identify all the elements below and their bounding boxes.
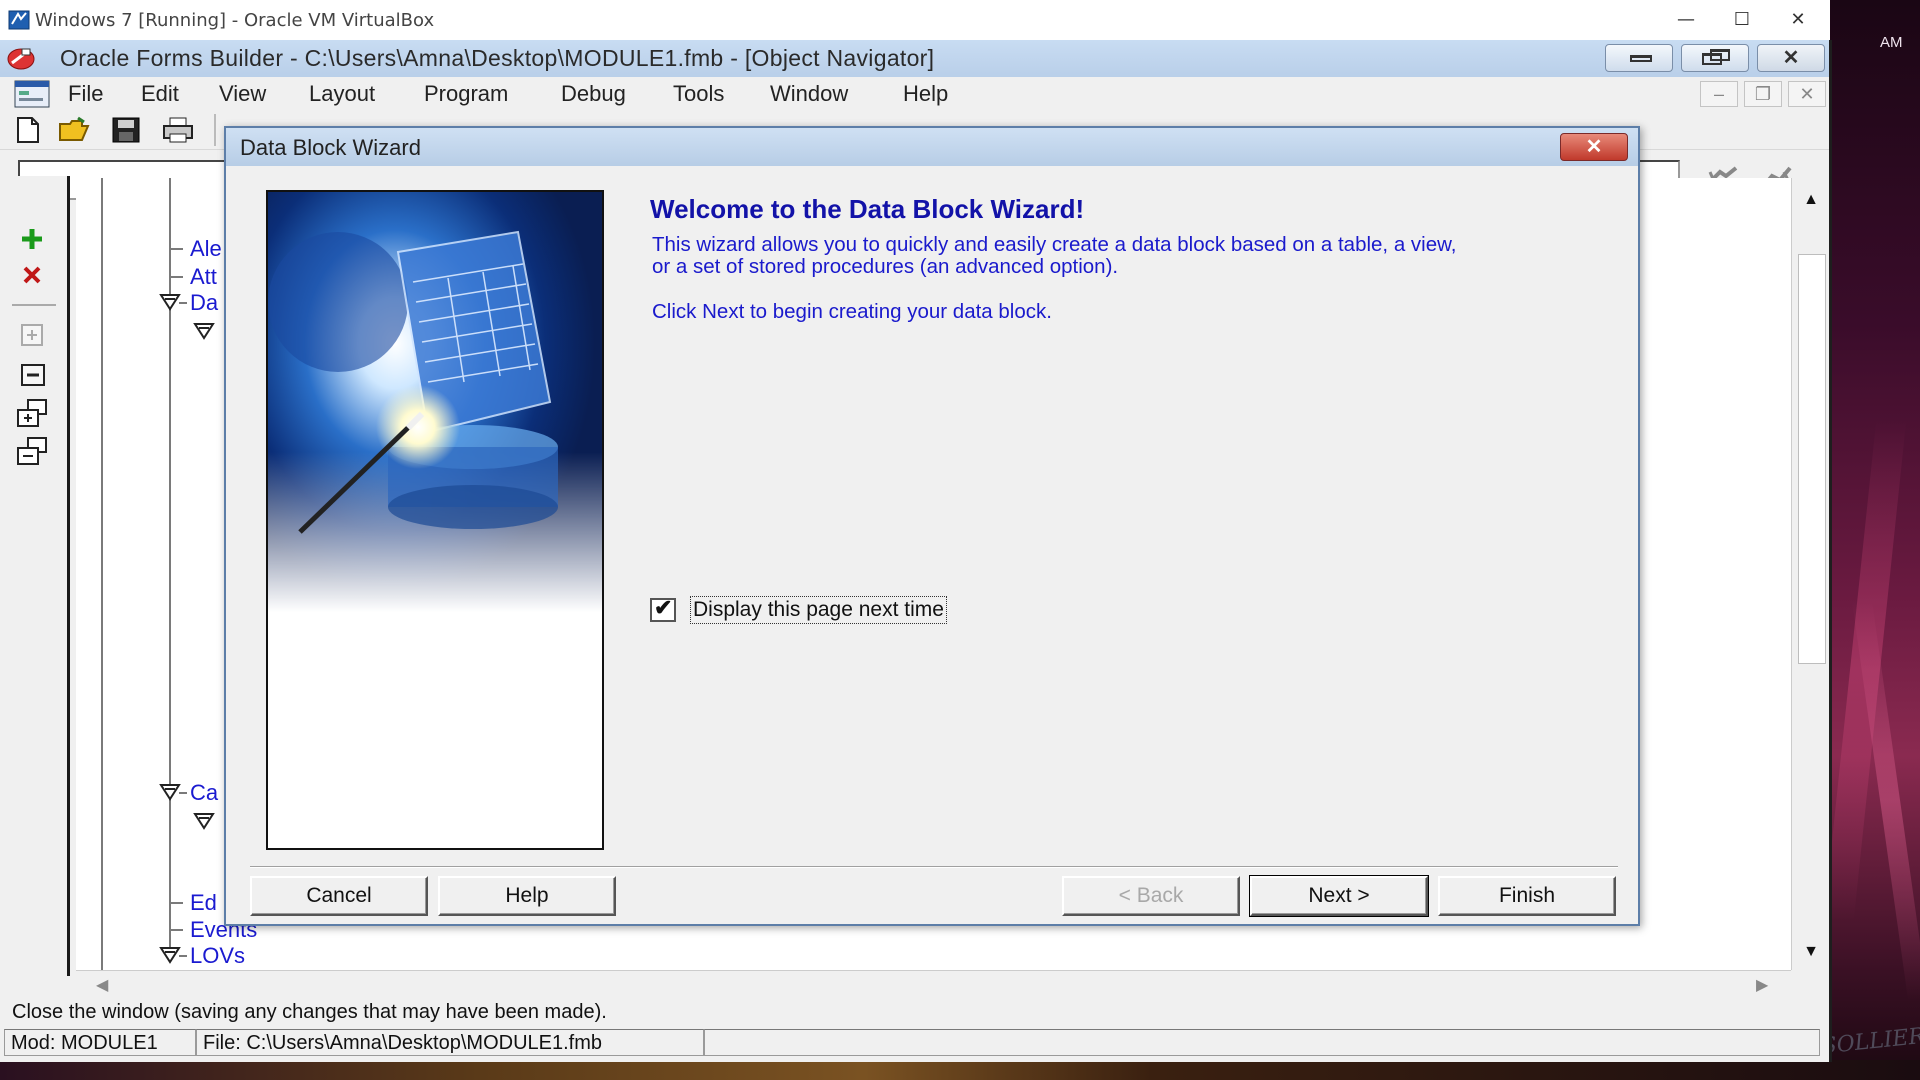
- menu-program[interactable]: Program: [424, 81, 508, 107]
- tree-line: [169, 929, 183, 931]
- tree-line: [169, 248, 183, 250]
- menu-tools[interactable]: Tools: [673, 81, 724, 107]
- checkmark-icon: ✔: [654, 595, 673, 620]
- save-icon[interactable]: [110, 116, 142, 144]
- tree-collapse-node-icon[interactable]: [193, 320, 215, 342]
- menu-file[interactable]: File: [68, 81, 103, 107]
- menu-window[interactable]: Window: [770, 81, 848, 107]
- collapse-icon[interactable]: [14, 360, 50, 390]
- finish-button[interactable]: Finish: [1438, 876, 1616, 916]
- host-minimize-button[interactable]: —: [1660, 6, 1712, 34]
- wizard-illustration: [266, 190, 604, 850]
- status-message: Close the window (saving any changes tha…: [12, 1001, 607, 1023]
- data-block-wizard-dialog: Data Block Wizard ✕ Welcome to the Data …: [224, 126, 1640, 926]
- virtualbox-titlebar: Windows 7 [Running] - Oracle VM VirtualB…: [0, 0, 1830, 40]
- delete-icon[interactable]: [14, 260, 50, 290]
- display-page-checkbox-label[interactable]: Display this page next time: [690, 596, 947, 624]
- wizard-description-line: or a set of stored procedures (an advanc…: [652, 255, 1119, 278]
- taskbar-strip: [0, 1060, 1920, 1080]
- tree-line: [179, 792, 187, 794]
- tree-item-lovs[interactable]: LOVs: [190, 943, 245, 969]
- menu-edit[interactable]: Edit: [141, 81, 179, 107]
- close-icon: ✕: [1782, 47, 1800, 69]
- wizard-heading: Welcome to the Data Block Wizard!: [650, 194, 1085, 224]
- host-close-button[interactable]: ✕: [1772, 6, 1824, 34]
- tree-collapse-node-icon[interactable]: [159, 291, 181, 313]
- wizard-graphic-icon: [268, 192, 602, 612]
- scroll-up-arrow-icon[interactable]: ▲: [1796, 188, 1826, 212]
- navigator-toolbar: [0, 176, 70, 976]
- menu-debug[interactable]: Debug: [561, 81, 626, 107]
- forms-builder-icon: [7, 48, 35, 70]
- scroll-left-arrow-icon[interactable]: ◀: [96, 975, 108, 995]
- tree-item-attached-libraries[interactable]: Att: [190, 264, 217, 290]
- vertical-scrollbar[interactable]: ▲ ▼: [1791, 178, 1829, 970]
- expand-all-icon[interactable]: [14, 398, 50, 428]
- create-icon[interactable]: [14, 224, 50, 254]
- app-close-button[interactable]: ✕: [1757, 44, 1825, 72]
- back-button[interactable]: < Back: [1062, 876, 1240, 916]
- virtualbox-icon: [8, 10, 30, 30]
- help-button[interactable]: Help: [438, 876, 616, 916]
- wizard-titlebar: Data Block Wizard ✕: [226, 128, 1638, 166]
- app-restore-button[interactable]: [1681, 44, 1749, 72]
- mdi-close-button[interactable]: ✕: [1788, 81, 1826, 107]
- mdi-restore-button[interactable]: ❐: [1744, 81, 1782, 107]
- wizard-description-line: This wizard allows you to quickly and ea…: [652, 233, 1457, 256]
- scroll-down-arrow-icon[interactable]: ▼: [1796, 940, 1826, 964]
- object-navigator-icon: [14, 80, 50, 108]
- host-maximize-button[interactable]: ☐: [1716, 6, 1768, 34]
- toolbar-separator: [12, 304, 56, 306]
- wizard-separator: [250, 866, 1618, 868]
- tree-item-canvases[interactable]: Ca: [190, 780, 218, 806]
- menu-help[interactable]: Help: [903, 81, 948, 107]
- toolbar-separator: [214, 114, 216, 146]
- wizard-instruction: Click Next to begin creating your data b…: [652, 300, 1052, 323]
- open-folder-icon[interactable]: [58, 116, 90, 144]
- tree-line: [169, 276, 183, 278]
- scroll-thumb[interactable]: [1798, 254, 1826, 664]
- tree-collapse-node-icon[interactable]: [193, 810, 215, 832]
- tree-collapse-node-icon[interactable]: [159, 944, 181, 966]
- window-border: [1829, 40, 1832, 1062]
- menu-bar: File Edit View Layout Program Debug Tool…: [0, 77, 1829, 110]
- app-titlebar: Oracle Forms Builder - C:\Users\Amna\Des…: [0, 40, 1829, 77]
- print-icon[interactable]: [162, 116, 194, 144]
- horizontal-scrollbar[interactable]: ◀ ▶: [76, 970, 1791, 1000]
- restore-icon-front: [1702, 53, 1722, 65]
- new-file-icon[interactable]: [12, 116, 44, 144]
- status-fields: Mod: MODULE1 File: C:\Users\Amna\Desktop…: [0, 1029, 1820, 1057]
- taskbar-clock: AM: [1880, 34, 1903, 51]
- next-button[interactable]: Next >: [1249, 875, 1429, 917]
- scroll-right-arrow-icon[interactable]: ▶: [1756, 975, 1768, 995]
- wizard-close-button[interactable]: ✕: [1560, 133, 1628, 161]
- minimize-icon: [1630, 55, 1652, 62]
- app-minimize-button[interactable]: [1605, 44, 1673, 72]
- cancel-button[interactable]: Cancel: [250, 876, 428, 916]
- desktop-background: [1823, 0, 1920, 1080]
- expand-icon[interactable]: [14, 320, 50, 350]
- status-module: Mod: MODULE1: [4, 1029, 196, 1056]
- wizard-title: Data Block Wizard: [240, 135, 421, 160]
- display-page-checkbox[interactable]: ✔: [650, 595, 676, 622]
- tree-line: [179, 955, 187, 957]
- tree-line: [179, 302, 187, 304]
- tree-collapse-node-icon[interactable]: [159, 781, 181, 803]
- menu-layout[interactable]: Layout: [309, 81, 375, 107]
- virtualbox-title: Windows 7 [Running] - Oracle VM VirtualB…: [35, 10, 435, 31]
- status-file: File: C:\Users\Amna\Desktop\MODULE1.fmb: [196, 1029, 704, 1056]
- tree-line: [101, 178, 103, 970]
- mdi-minimize-button[interactable]: –: [1700, 81, 1738, 107]
- menu-view[interactable]: View: [219, 81, 266, 107]
- collapse-all-icon[interactable]: [14, 436, 50, 466]
- app-title: Oracle Forms Builder - C:\Users\Amna\Des…: [60, 45, 935, 71]
- status-empty: [704, 1029, 1820, 1056]
- tree-item-data-blocks[interactable]: Da: [190, 290, 218, 316]
- tree-item-editors[interactable]: Ed: [190, 890, 217, 916]
- tree-line: [169, 902, 183, 904]
- tree-item-alerts[interactable]: Ale: [190, 236, 222, 262]
- wizard-description: This wizard allows you to quickly and ea…: [652, 234, 1612, 278]
